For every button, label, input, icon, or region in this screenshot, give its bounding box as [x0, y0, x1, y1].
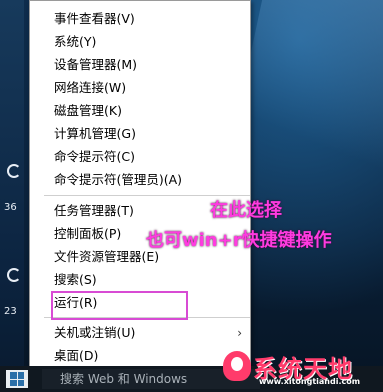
menu-item-control-panel[interactable]: 控制面板(P)	[54, 224, 121, 244]
menu-item-network-connections[interactable]: 网络连接(W)	[54, 78, 126, 98]
menu-item-search[interactable]: 搜索(S)	[54, 270, 97, 290]
menu-item-disk-management[interactable]: 磁盘管理(K)	[54, 101, 122, 121]
watermark-url: www.xitongtiandi.com	[259, 377, 361, 386]
menu-item-task-manager[interactable]: 任务管理器(T)	[54, 201, 134, 221]
power-user-context-menu: 事件查看器(V) 系统(Y) 设备管理器(M) 网络连接(W) 磁盘管理(K) …	[29, 0, 251, 370]
menu-item-event-viewer[interactable]: 事件查看器(V)	[54, 9, 135, 29]
menu-item-device-manager[interactable]: 设备管理器(M)	[54, 55, 137, 75]
menu-item-system[interactable]: 系统(Y)	[54, 32, 96, 52]
desktop-label: 23	[4, 306, 17, 317]
watermark-logo-icon	[223, 351, 251, 381]
menu-item-file-explorer[interactable]: 文件资源管理器(E)	[54, 247, 159, 267]
windows-logo-icon	[10, 372, 24, 386]
desktop-label: 36	[4, 202, 17, 213]
menu-item-command-prompt[interactable]: 命令提示符(C)	[54, 147, 135, 167]
run-highlight-box	[51, 291, 188, 320]
annotation-line-2: 也可win+r快捷键操作	[146, 230, 332, 251]
annotation-line-1: 在此选择	[210, 200, 282, 221]
desktop-app-icon[interactable]	[7, 164, 21, 178]
menu-item-shutdown-signout[interactable]: 关机或注销(U)	[54, 323, 250, 343]
desktop-app-icon[interactable]	[7, 268, 21, 282]
menu-item-computer-management[interactable]: 计算机管理(G)	[54, 124, 136, 144]
site-watermark: 系统天地 www.xitongtiandi.com	[219, 349, 379, 391]
chevron-right-icon: ›	[237, 326, 242, 340]
menu-item-desktop[interactable]: 桌面(D)	[54, 346, 98, 366]
menu-item-command-prompt-admin[interactable]: 命令提示符(管理员)(A)	[54, 170, 182, 190]
desktop-icon-column: 36 23	[0, 0, 24, 380]
menu-item-label: 关机或注销(U)	[54, 325, 136, 340]
